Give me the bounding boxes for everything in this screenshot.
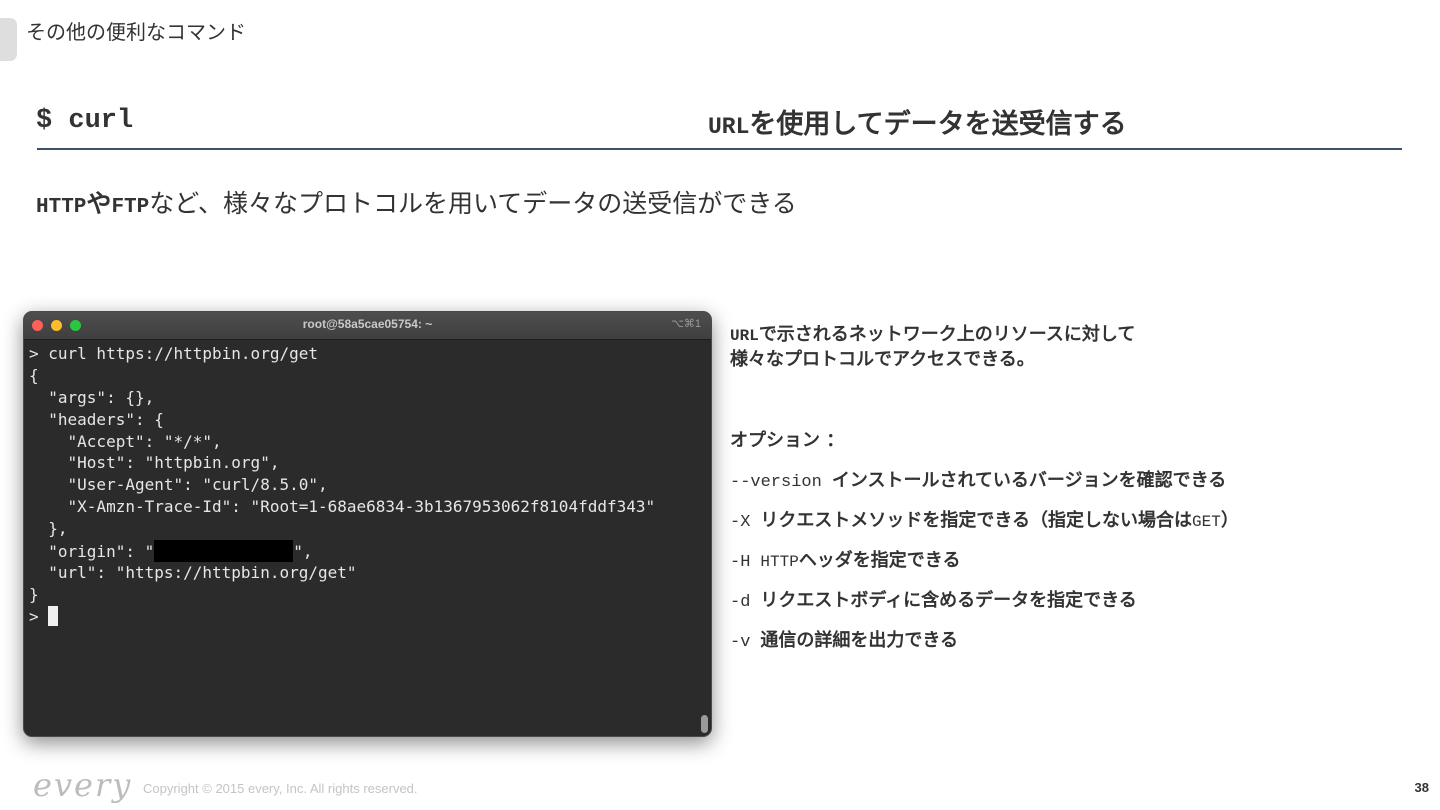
- option-flag: -X: [730, 513, 751, 532]
- terminal-line: "Host": "httpbin.org",: [29, 453, 280, 473]
- terminal-titlebar[interactable]: root@58a5cae05754: ~ ⌥⌘1: [24, 312, 711, 340]
- option-suffix: ）: [1220, 510, 1239, 531]
- terminal-line: "args": {},: [29, 387, 155, 407]
- description-line-1: URLで示されるネットワーク上のリソースに対して: [730, 323, 1135, 348]
- option-verbose: -v 通信の詳細を出力できる: [730, 626, 958, 652]
- origin-key: "origin": ": [29, 542, 155, 562]
- terminal-line: },: [29, 519, 68, 539]
- terminal-output[interactable]: > curl https://httpbin.org/get { "args":…: [29, 343, 697, 628]
- section-tab-marker: [0, 18, 17, 61]
- terminal-window[interactable]: root@58a5cae05754: ~ ⌥⌘1 > curl https://…: [23, 311, 712, 737]
- option-flag: --version: [730, 473, 822, 492]
- terminal-line: > curl https://httpbin.org/get: [29, 344, 318, 363]
- option-flag: -H: [730, 553, 751, 572]
- description-text-1: で示されるネットワーク上のリソースに対して: [758, 324, 1136, 345]
- option-header: -H HTTPヘッダを指定できる: [730, 546, 960, 572]
- prompt: >: [29, 606, 49, 626]
- command-title: $ curl: [36, 106, 134, 136]
- terminal-scrollbar[interactable]: [701, 715, 708, 733]
- option-get: GET: [1192, 513, 1221, 531]
- lead-rest: など、様々なプロトコルを用いてデータの送受信ができる: [149, 189, 797, 218]
- option-text: リクエストメソッドを指定できる（指定しない場合は: [760, 510, 1193, 531]
- option-http: HTTP: [760, 553, 799, 571]
- terminal-line: "Accept": "*/*",: [29, 431, 222, 451]
- option-flag: -d: [730, 593, 751, 612]
- lead-http: HTTP: [36, 196, 87, 219]
- text-cursor: [48, 605, 59, 626]
- option-text: ヘッダを指定できる: [798, 550, 961, 571]
- terminal-line: }: [29, 584, 39, 604]
- redacted-origin: [154, 540, 294, 563]
- heading-divider: [37, 148, 1402, 150]
- lead-ftp: FTP: [111, 196, 150, 219]
- terminal-shortcut: ⌥⌘1: [671, 318, 701, 330]
- option-text: インストールされているバージョンを確認できる: [831, 470, 1227, 491]
- section-title: その他の便利なコマンド: [26, 20, 246, 44]
- copyright: Copyright © 2015 every, Inc. All rights …: [143, 781, 418, 796]
- origin-end: ",: [293, 542, 313, 562]
- option-text: 通信の詳細を出力できる: [760, 630, 959, 651]
- headline-prefix: URL: [708, 114, 750, 140]
- page-number: 38: [1414, 780, 1429, 795]
- terminal-line: {: [29, 365, 39, 385]
- terminal-prompt-line[interactable]: >: [29, 605, 697, 628]
- headline-text: を使用してデータを送受信する: [749, 109, 1127, 140]
- terminal-line-origin: "origin": " ",: [29, 540, 697, 563]
- terminal-line: "User-Agent": "curl/8.5.0",: [29, 475, 328, 495]
- option-flag: -v: [730, 633, 751, 652]
- option-data: -d リクエストボディに含めるデータを指定できる: [730, 586, 1137, 612]
- terminal-line: "headers": {: [29, 409, 164, 429]
- lead-text: HTTPやFTPなど、様々なプロトコルを用いてデータの送受信ができる: [36, 184, 797, 220]
- headline: URLを使用してデータを送受信する: [708, 102, 1127, 141]
- lead-conjunction: や: [86, 189, 112, 218]
- every-logo: every: [33, 766, 133, 804]
- option-method: -X リクエストメソッドを指定できる（指定しない場合はGET）: [730, 506, 1239, 532]
- terminal-line: "X-Amzn-Trace-Id": "Root=1-68ae6834-3b13…: [29, 497, 656, 517]
- option-version: --version インストールされているバージョンを確認できる: [730, 466, 1226, 492]
- terminal-title: root@58a5cae05754: ~: [302, 317, 433, 331]
- option-text: リクエストボディに含めるデータを指定できる: [760, 590, 1137, 611]
- options-title: オプション ：: [730, 430, 845, 451]
- description: URLで示されるネットワーク上のリソースに対して 様々なプロトコルでアクセスでき…: [730, 323, 1135, 372]
- terminal-line: "url": "https://httpbin.org/get": [29, 562, 357, 582]
- description-url: URL: [730, 327, 759, 345]
- description-line-2: 様々なプロトコルでアクセスできる。: [730, 349, 1035, 370]
